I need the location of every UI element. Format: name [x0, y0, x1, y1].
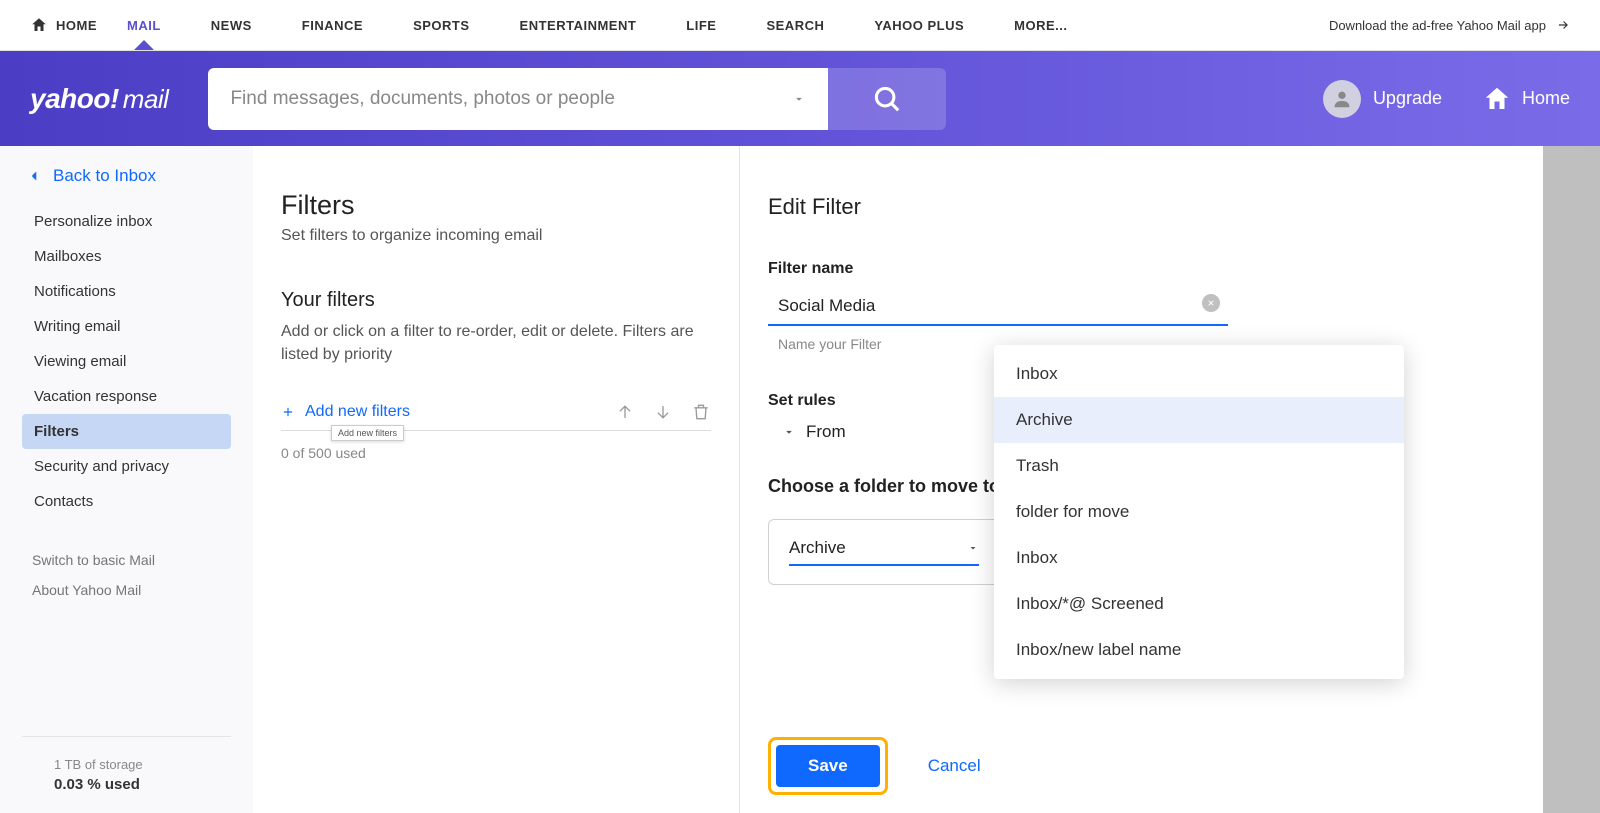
edit-filter-title: Edit Filter	[768, 194, 1572, 220]
upgrade-link[interactable]: Upgrade	[1323, 80, 1442, 118]
add-filters-tooltip: Add new filters	[331, 425, 404, 441]
sidebar-item-writing-email[interactable]: Writing email	[22, 309, 231, 344]
cancel-button[interactable]: Cancel	[928, 756, 981, 776]
add-filters-label: Add new filters	[305, 403, 410, 421]
topnav-item-life[interactable]: LIFE	[686, 18, 716, 33]
right-overlay-scrim	[1543, 146, 1600, 813]
folder-option[interactable]: Inbox/new label name	[994, 627, 1404, 673]
save-button[interactable]: Save	[776, 745, 880, 787]
upgrade-label: Upgrade	[1373, 88, 1442, 109]
folder-option[interactable]: Inbox	[994, 535, 1404, 581]
download-app-link[interactable]: Download the ad-free Yahoo Mail app	[1329, 18, 1570, 33]
topnav-home-label: HOME	[56, 18, 97, 33]
trash-icon[interactable]	[691, 402, 711, 422]
sidebar-item-vacation-response[interactable]: Vacation response	[22, 379, 231, 414]
home-link[interactable]: HOME	[30, 16, 97, 34]
folder-option[interactable]: Trash	[994, 443, 1404, 489]
topnav-item-search[interactable]: SEARCH	[766, 18, 824, 33]
topnav-item-finance[interactable]: FINANCE	[302, 18, 363, 33]
caret-down-icon	[967, 542, 979, 554]
sidebar-link-switch-to-basic-mail[interactable]: Switch to basic Mail	[32, 545, 221, 575]
filters-subtitle: Set filters to organize incoming email	[281, 227, 711, 245]
back-to-inbox[interactable]: Back to Inbox	[0, 166, 253, 204]
topnav-items: MAIL NEWS FINANCE SPORTS ENTERTAINMENT L…	[127, 18, 1067, 33]
home-icon	[1482, 84, 1512, 114]
storage-info: 1 TB of storage 0.03 % used	[22, 736, 231, 793]
folder-option[interactable]: Inbox/*@ Screened	[994, 581, 1404, 627]
person-icon	[1331, 88, 1353, 110]
add-new-filters-button[interactable]: Add new filters Add new filters	[281, 403, 410, 421]
clear-input-button[interactable]	[1202, 294, 1220, 312]
folder-option[interactable]: folder for move	[994, 489, 1404, 535]
filters-used-count: 0 of 500 used	[281, 445, 711, 461]
sidebar-item-viewing-email[interactable]: Viewing email	[22, 344, 231, 379]
logo-product: mail	[123, 84, 169, 115]
avatar[interactable]	[1323, 80, 1361, 118]
topnav-item-yahooplus[interactable]: YAHOO PLUS	[874, 18, 964, 33]
yahoo-mail-logo[interactable]: yahoo!mail	[30, 83, 168, 115]
search-button[interactable]	[828, 68, 946, 130]
topnav-item-mail[interactable]: MAIL	[127, 18, 161, 33]
plus-icon	[281, 405, 295, 419]
chevron-down-icon	[792, 92, 806, 106]
folder-option[interactable]: Inbox	[994, 351, 1404, 397]
filters-title: Filters	[281, 190, 711, 221]
sidebar-item-notifications[interactable]: Notifications	[22, 274, 231, 309]
top-nav-bar: HOME MAIL NEWS FINANCE SPORTS ENTERTAINM…	[0, 0, 1600, 51]
topnav-item-entertainment[interactable]: ENTERTAINMENT	[520, 18, 637, 33]
your-filters-heading: Your filters	[281, 289, 711, 312]
filters-panel: Filters Set filters to organize incoming…	[253, 146, 740, 813]
sidebar-item-security-and-privacy[interactable]: Security and privacy	[22, 449, 231, 484]
storage-total: 1 TB of storage	[54, 757, 199, 772]
back-label: Back to Inbox	[53, 166, 156, 186]
folder-select-value: Archive	[789, 538, 846, 558]
search-icon	[872, 84, 902, 114]
sidebar-item-filters[interactable]: Filters	[22, 414, 231, 449]
home-label: Home	[1522, 88, 1570, 109]
folder-option[interactable]: Archive	[994, 397, 1404, 443]
sidebar-item-contacts[interactable]: Contacts	[22, 484, 231, 519]
settings-sidebar: Back to Inbox Personalize inboxMailboxes…	[0, 146, 253, 813]
topnav-item-sports[interactable]: SPORTS	[413, 18, 469, 33]
folder-select[interactable]: Archive	[768, 519, 1000, 585]
chevron-down-icon	[782, 425, 796, 439]
rule-from-label: From	[806, 422, 846, 442]
filter-name-label: Filter name	[768, 260, 1572, 278]
move-down-icon[interactable]	[653, 402, 673, 422]
storage-used: 0.03 % used	[54, 776, 199, 793]
topnav-item-more[interactable]: MORE...	[1014, 18, 1067, 33]
home-icon	[30, 16, 48, 34]
download-app-label: Download the ad-free Yahoo Mail app	[1329, 18, 1546, 33]
search-dropdown-toggle[interactable]	[768, 68, 828, 130]
logo-brand: yahoo!	[30, 83, 119, 115]
sidebar-item-mailboxes[interactable]: Mailboxes	[22, 239, 231, 274]
app-header: yahoo!mail Upgrade Home	[0, 51, 1600, 146]
arrow-left-icon	[25, 167, 43, 185]
sidebar-link-about-yahoo-mail[interactable]: About Yahoo Mail	[32, 575, 221, 605]
your-filters-desc: Add or click on a filter to re-order, ed…	[281, 320, 711, 366]
filter-name-input[interactable]	[768, 290, 1228, 326]
move-up-icon[interactable]	[615, 402, 635, 422]
home-button[interactable]: Home	[1482, 84, 1570, 114]
arrow-right-icon	[1556, 18, 1570, 32]
save-button-highlight: Save	[768, 737, 888, 795]
folder-dropdown-menu: InboxArchiveTrashfolder for moveInboxInb…	[994, 345, 1404, 679]
search-input[interactable]	[208, 68, 768, 130]
search-box	[208, 68, 946, 130]
topnav-item-news[interactable]: NEWS	[211, 18, 252, 33]
sidebar-item-personalize-inbox[interactable]: Personalize inbox	[22, 204, 231, 239]
close-icon	[1207, 299, 1215, 307]
